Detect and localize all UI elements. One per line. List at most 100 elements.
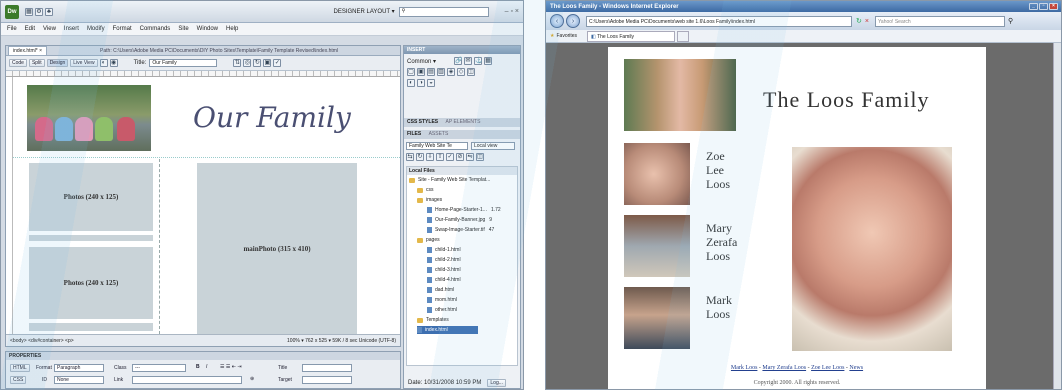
live-view-button[interactable]: Live View — [70, 59, 98, 67]
browse-folder-icon[interactable]: ⊕ — [250, 376, 254, 382]
format-select[interactable]: Paragraph — [54, 364, 104, 372]
menu-insert[interactable]: Insert — [64, 26, 79, 32]
design-view-button[interactable]: Design — [46, 59, 69, 67]
refresh-icon[interactable]: ↻ — [856, 17, 862, 25]
check-out-icon[interactable]: ✓ — [446, 153, 454, 161]
tree-item[interactable]: Swap-Image-Starter.tif 47 — [427, 226, 494, 234]
code-view-button[interactable]: Code — [9, 59, 27, 67]
html-mode-button[interactable]: HTML — [10, 364, 30, 372]
stop-icon[interactable]: × — [865, 18, 869, 25]
id-select[interactable]: None — [54, 376, 104, 384]
menu-view[interactable]: View — [43, 26, 56, 32]
mark-photo[interactable] — [624, 287, 690, 349]
window-size-readout[interactable]: 100% ▾ 762 x 525 ▾ 59K / 8 sec Unicode (… — [287, 338, 396, 344]
template-icon[interactable]: ◑ — [417, 79, 425, 87]
log-button[interactable]: Log... — [487, 379, 506, 387]
document-tab[interactable]: index.html* × — [8, 46, 48, 55]
link-mary-zerafa-loos[interactable]: Mary Zerafa Loos — [762, 365, 806, 371]
back-button[interactable]: ‹ — [550, 14, 564, 28]
help-search-input[interactable]: ⚲ — [398, 6, 489, 17]
tree-item[interactable]: Our-Family-Banner.jpg 9 — [427, 216, 492, 224]
mary-photo[interactable] — [624, 215, 690, 277]
search-input[interactable]: Yahoo! Search — [874, 15, 1005, 27]
inspect-icon[interactable]: ◐ — [99, 59, 108, 67]
browser-tab[interactable]: ◧ The Loos Family — [587, 30, 676, 42]
tree-item[interactable]: mom.html — [427, 296, 457, 304]
tree-item[interactable]: child-4.html — [427, 276, 461, 284]
refresh-files-icon[interactable]: ↻ — [416, 153, 424, 161]
forward-button[interactable]: › — [566, 14, 580, 28]
hyperlink-icon[interactable]: 🔗 — [454, 57, 463, 65]
menu-site[interactable]: Site — [178, 26, 188, 32]
insert-panel-header[interactable]: INSERT — [404, 46, 520, 54]
email-icon[interactable]: ✉ — [464, 57, 473, 65]
tree-item-selected[interactable]: index.html — [417, 326, 478, 334]
browser-preview-icon[interactable]: ◎ — [243, 59, 252, 67]
preview-icon[interactable]: ◉ — [109, 59, 118, 67]
css-mode-button[interactable]: CSS — [10, 376, 27, 384]
title-prop-input[interactable] — [302, 364, 352, 372]
visual-aids-icon[interactable]: ▣ — [263, 59, 272, 67]
get-files-icon[interactable]: ⇩ — [426, 153, 434, 161]
date-icon[interactable]: ▥ — [437, 68, 445, 76]
tab-files[interactable]: FILES — [407, 131, 421, 137]
favorites-button[interactable]: Favorites — [556, 33, 577, 39]
connect-icon[interactable]: ⇆ — [406, 153, 414, 161]
tree-item[interactable]: dad.html — [427, 286, 454, 294]
address-input[interactable]: C:\Users\Adobe Media PC\Documents\web si… — [586, 15, 852, 27]
link-input[interactable] — [132, 376, 242, 384]
photo-placeholder-1[interactable]: Photos (240 x 125) — [29, 163, 153, 231]
check-in-icon[interactable]: ⊘ — [456, 153, 464, 161]
comment-icon[interactable]: ◇ — [457, 68, 465, 76]
tab-assets[interactable]: ASSETS — [429, 131, 449, 137]
tag-chooser-icon[interactable]: ◒ — [427, 79, 435, 87]
tab-ap-elements[interactable]: AP ELEMENTS — [446, 119, 481, 125]
tree-item[interactable]: child-2.html — [427, 256, 461, 264]
page-title-input[interactable]: Our Family — [149, 59, 218, 67]
view-select[interactable]: Local view — [471, 142, 515, 150]
file-management-icon[interactable]: ⇅ — [233, 59, 242, 67]
tree-item[interactable]: child-3.html — [427, 266, 461, 274]
menu-file[interactable]: File — [7, 26, 17, 32]
class-select[interactable]: --- — [132, 364, 186, 372]
validate-icon[interactable]: ✓ — [273, 59, 282, 67]
minimize-button[interactable]: _ — [1029, 3, 1038, 10]
split-view-button[interactable]: Split — [28, 59, 45, 67]
layout-icon[interactable]: ▦ — [25, 7, 33, 16]
properties-header[interactable]: PROPERTIES — [6, 352, 400, 360]
list-buttons[interactable]: ☰ ☰ ⇤ ⇥ — [220, 364, 242, 370]
menu-help[interactable]: Help — [226, 26, 238, 32]
head-icon[interactable]: ◫ — [467, 68, 475, 76]
table-icon[interactable]: ▦ — [484, 57, 493, 65]
tree-item[interactable]: css — [417, 186, 434, 194]
photo-placeholder-2[interactable]: Photos (240 x 125) — [29, 247, 153, 319]
media-icon[interactable]: ▤ — [427, 68, 435, 76]
menu-format[interactable]: Format — [113, 26, 132, 32]
tab-css-styles[interactable]: CSS STYLES — [407, 119, 438, 125]
refresh-icon[interactable]: ↻ — [253, 59, 262, 67]
tree-item[interactable]: child-1.html — [427, 246, 461, 254]
italic-button[interactable]: I — [206, 364, 207, 370]
put-files-icon[interactable]: ⇧ — [436, 153, 444, 161]
search-icon[interactable]: ⚲ — [1008, 17, 1013, 25]
insert-category-select[interactable]: Common ▾ — [407, 58, 436, 65]
link-news[interactable]: News — [849, 365, 863, 371]
tag-selector[interactable]: <body> <div#container> <p> — [10, 338, 74, 344]
design-canvas[interactable]: Our Family Photos (240 x 125) Photos (24… — [12, 77, 400, 335]
link-mark-loos[interactable]: Mark Loos — [731, 365, 758, 371]
image-icon[interactable]: ▣ — [417, 68, 425, 76]
site-select[interactable]: Family Web Site Te — [406, 142, 468, 150]
tree-item[interactable]: pages — [417, 236, 440, 244]
menu-window[interactable]: Window — [197, 26, 218, 32]
main-photo-placeholder[interactable]: mainPhoto (315 x 410) — [197, 163, 357, 335]
menu-edit[interactable]: Edit — [25, 26, 35, 32]
tree-item[interactable]: images — [417, 196, 442, 204]
target-select[interactable] — [302, 376, 352, 384]
tree-item[interactable]: Templates — [417, 316, 449, 324]
window-controls[interactable]: – ▫ × — [505, 8, 519, 15]
tree-item[interactable]: other.html — [427, 306, 457, 314]
expand-icon[interactable]: ◫ — [476, 153, 484, 161]
anchor-icon[interactable]: ⚓ — [474, 57, 483, 65]
site-icon[interactable]: ♣ — [45, 7, 53, 16]
tree-item[interactable]: Site - Family Web Site Templat... — [409, 176, 490, 184]
